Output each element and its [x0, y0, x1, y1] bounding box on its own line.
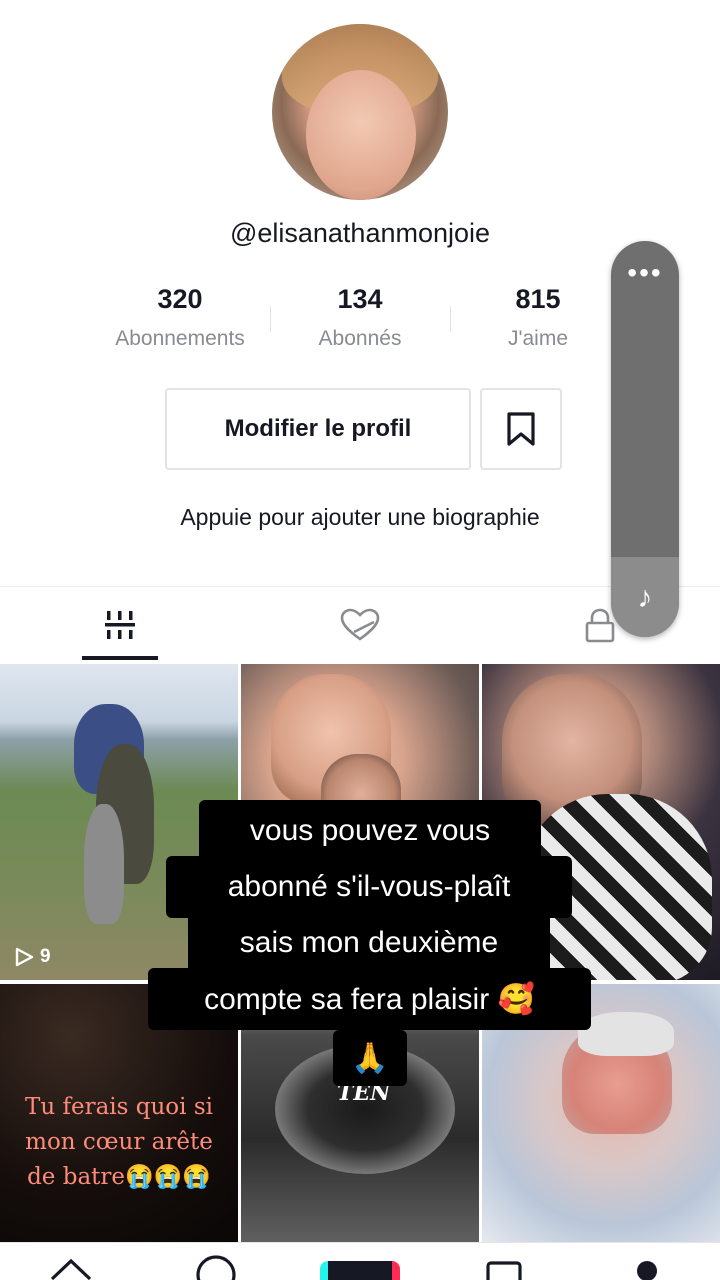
stat-followers-label: Abonnés: [318, 327, 402, 350]
caption-line: sais mon deuxième: [188, 912, 550, 974]
stat-following-label: Abonnements: [115, 327, 245, 350]
favorites-button[interactable]: [480, 388, 562, 470]
stat-likes-label: J'aime: [507, 327, 569, 350]
active-tab-indicator: [82, 656, 158, 660]
overlay-line: de batre😭😭😭: [27, 1164, 211, 1190]
bottom-navigation: [0, 1242, 720, 1280]
thumbnail-hat: [578, 1012, 674, 1056]
edit-profile-button[interactable]: Modifier le profil: [165, 388, 471, 470]
home-icon[interactable]: [48, 1251, 94, 1280]
create-button[interactable]: [320, 1261, 400, 1280]
overlay-line: Tu ferais quoi si: [25, 1094, 213, 1120]
stat-followers[interactable]: 134 Abonnés: [270, 284, 450, 351]
view-count-value: 9: [40, 946, 51, 967]
caption-line: abonné s'il-vous-plaît: [166, 856, 572, 918]
caption-line: 🙏: [333, 1030, 407, 1086]
tab-liked[interactable]: [320, 600, 400, 650]
tab-videos[interactable]: [80, 600, 160, 650]
profile-icon[interactable]: [632, 1251, 662, 1280]
play-icon: [15, 947, 34, 967]
inbox-icon[interactable]: [484, 1251, 524, 1280]
stat-following[interactable]: 320 Abonnements: [90, 284, 270, 351]
floating-side-panel[interactable]: ••• ♪: [611, 241, 679, 637]
caption-line: compte sa fera plaisir 🥰: [148, 968, 591, 1030]
liked-heart-icon: [340, 608, 380, 641]
thumbnail-overlay-text: Tu ferais quoi si mon cœur arête de batr…: [0, 1090, 238, 1195]
discover-icon[interactable]: [194, 1251, 238, 1280]
view-count: 9: [14, 946, 51, 968]
avatar-face: [306, 70, 416, 200]
overlay-line: mon cœur arête: [25, 1129, 213, 1155]
caption-line: vous pouvez vous: [199, 800, 541, 862]
stat-followers-value: 134: [337, 284, 383, 314]
profile-username: @elisanathanmonjoie: [229, 218, 491, 248]
stat-likes[interactable]: 815 J'aime: [448, 284, 628, 351]
thumbnail-person: [84, 804, 124, 924]
profile-avatar[interactable]: [272, 24, 448, 200]
stat-likes-value: 815: [515, 284, 561, 314]
more-options-icon[interactable]: •••: [611, 259, 679, 287]
bookmark-icon: [507, 412, 535, 446]
stat-following-value: 320: [157, 284, 203, 314]
music-note-icon[interactable]: ♪: [611, 581, 679, 615]
videos-grid-icon: [105, 611, 135, 639]
